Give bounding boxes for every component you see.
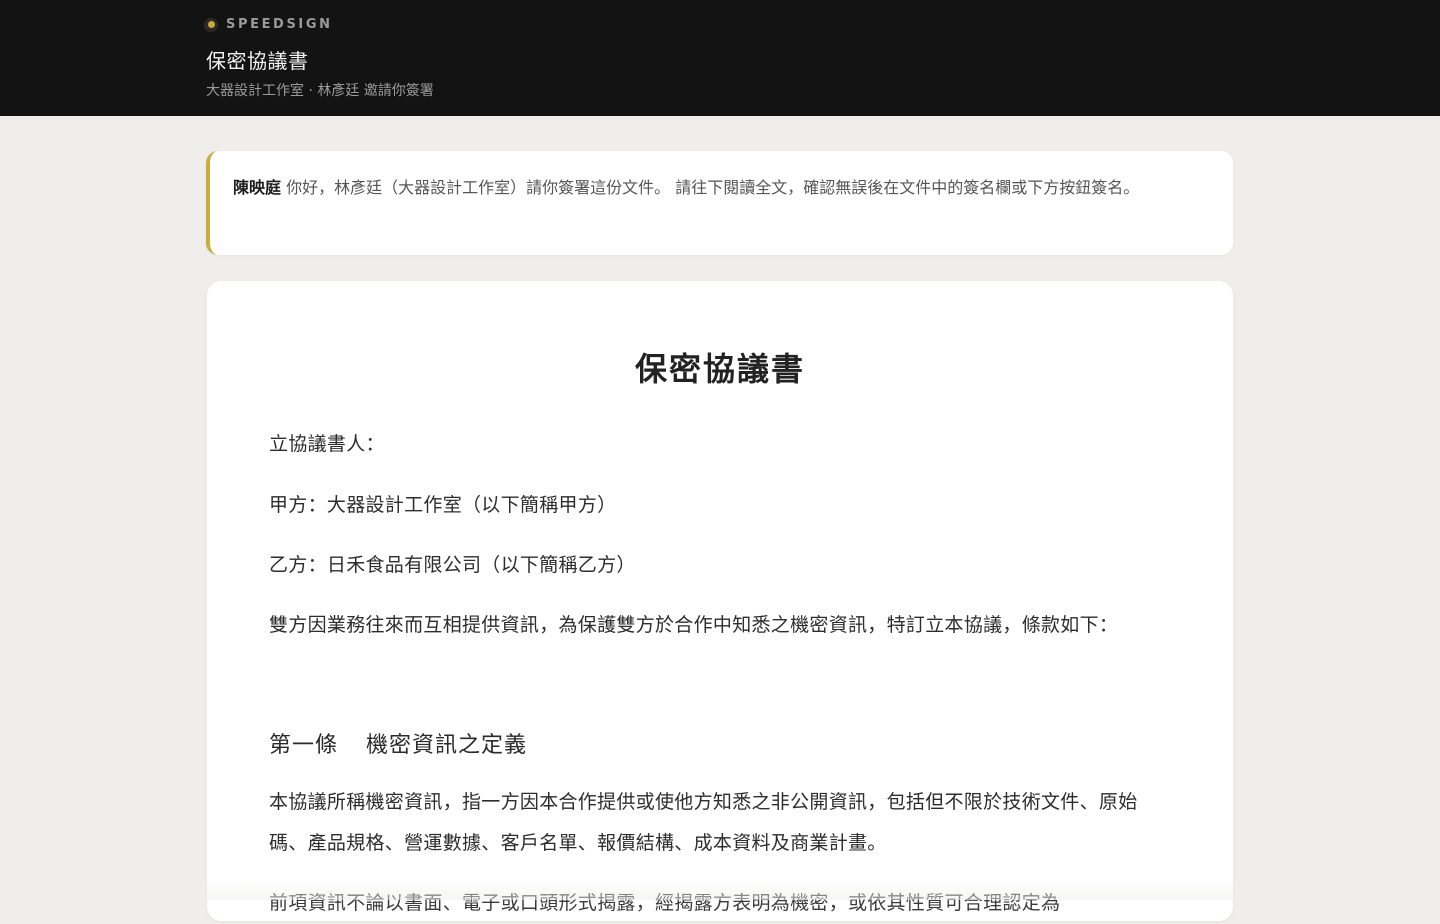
- recipient-name: 陳映庭: [233, 178, 282, 197]
- document-viewer[interactable]: 保密協議書 立協議書人： 甲方：大器設計工作室（以下簡稱甲方） 乙方：日禾食品有…: [207, 281, 1233, 921]
- parties-label: 立協議書人：: [269, 433, 385, 455]
- brand-dot-icon: [204, 17, 218, 32]
- header-document-title: 保密協議書: [206, 49, 309, 73]
- party-b: 乙方：日禾食品有限公司（以下簡稱乙方）: [269, 554, 636, 576]
- section-1-number: 第一條: [269, 733, 339, 758]
- brand: SPEEDSIGN: [204, 17, 333, 32]
- signing-notice: 陳映庭 你好，林彥廷（大器設計工作室）請你簽署這份文件。 請往下閱讀全文，確認無…: [206, 151, 1233, 255]
- party-a: 甲方：大器設計工作室（以下簡稱甲方）: [269, 494, 617, 516]
- top-header-bar: SPEEDSIGN 保密協議書 大器設計工作室 · 林彥廷 邀請你簽署: [0, 0, 1440, 116]
- section-1-body: 本協議所稱機密資訊，指一方因本合作提供或使他方知悉之非公開資訊，包括但不限於技術…: [269, 791, 1138, 854]
- header-invite-subtitle: 大器設計工作室 · 林彥廷 邀請你簽署: [206, 83, 434, 99]
- section-1-heading: 第一條 機密資訊之定義: [269, 727, 527, 759]
- notice-message: 你好，林彥廷（大器設計工作室）請你簽署這份文件。 請往下閱讀全文，確認無誤後在文…: [281, 178, 1140, 197]
- section-1-body-continued: 前項資訊不論以書面、電子或口頭形式揭露，經揭露方表明為機密，或依其性質可合理認定…: [269, 892, 1061, 914]
- section-1-title: 機密資訊之定義: [366, 733, 528, 758]
- intro-paragraph: 雙方因業務往來而互相提供資訊，為保護雙方於合作中知悉之機密資訊，特訂立本協議，條…: [269, 614, 1119, 636]
- document-heading: 保密協議書: [634, 350, 805, 388]
- brand-name: SPEEDSIGN: [226, 17, 333, 32]
